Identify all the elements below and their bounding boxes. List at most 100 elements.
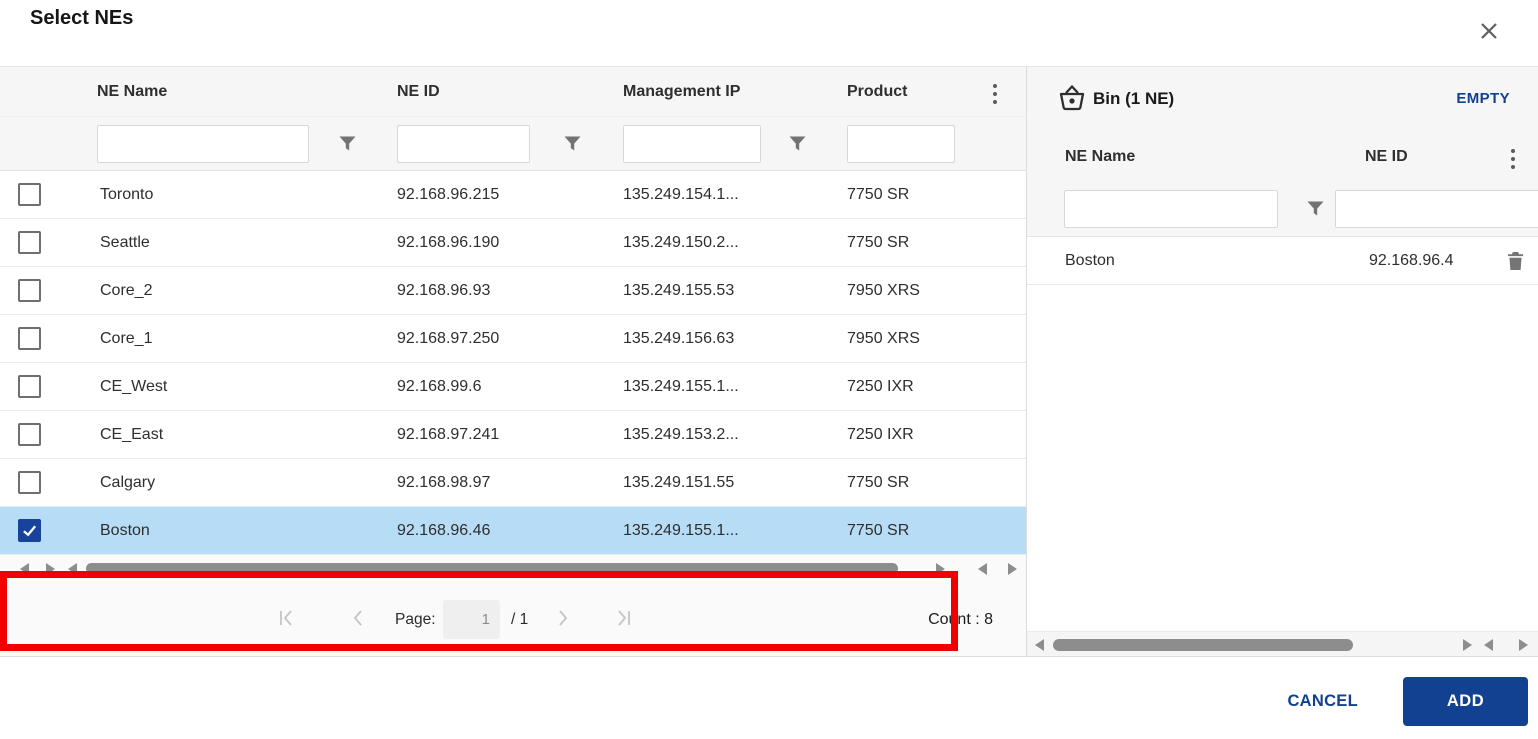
- funnel-icon[interactable]: [789, 136, 806, 151]
- funnel-icon[interactable]: [564, 136, 581, 151]
- empty-bin-button[interactable]: EMPTY: [1456, 67, 1510, 131]
- cell-ne-name: Calgary: [100, 459, 155, 506]
- row-checkbox[interactable]: [18, 279, 41, 302]
- kebab-menu-icon[interactable]: [988, 84, 1002, 104]
- cell-management-ip: 135.249.155.1...: [623, 363, 739, 410]
- bin-row-boston[interactable]: Boston 92.168.96.4: [1027, 237, 1538, 285]
- bin-header-row: NE Name NE ID: [1027, 131, 1538, 183]
- bin-horizontal-scrollbar[interactable]: [1027, 631, 1538, 657]
- cell-management-ip: 135.249.155.1...: [623, 507, 739, 554]
- scroll-left-icon[interactable]: [68, 563, 77, 575]
- page-number-input[interactable]: 1: [443, 600, 500, 639]
- table-row-core-2[interactable]: Core_2 92.168.96.93 135.249.155.53 7950 …: [0, 267, 1026, 315]
- cell-ne-name: Toronto: [100, 171, 153, 218]
- table-row-core-1[interactable]: Core_1 92.168.97.250 135.249.156.63 7950…: [0, 315, 1026, 363]
- cell-product: 7950 XRS: [847, 267, 920, 314]
- col-header-ne-name[interactable]: NE Name: [97, 67, 167, 117]
- scroll-right-icon[interactable]: [1463, 639, 1472, 651]
- close-icon[interactable]: [1475, 17, 1503, 45]
- bin-ne-id-filter-input[interactable]: [1335, 190, 1538, 228]
- scroll-right-icon[interactable]: [1519, 639, 1528, 651]
- trash-icon[interactable]: [1507, 251, 1524, 276]
- next-page-icon[interactable]: [557, 609, 569, 632]
- bin-panel: Bin (1 NE) EMPTY NE Name NE ID Boston 92…: [1027, 67, 1538, 657]
- product-filter-input[interactable]: [847, 125, 955, 163]
- bin-cell-ne-id: 92.168.96.4: [1369, 237, 1454, 284]
- first-page-icon[interactable]: [278, 609, 294, 632]
- col-header-ne-id[interactable]: NE ID: [397, 67, 440, 117]
- cell-ne-id: 92.168.96.46: [397, 507, 490, 554]
- table-row-boston-selected[interactable]: Boston 92.168.96.46 135.249.155.1... 775…: [0, 507, 1026, 555]
- col-header-product[interactable]: Product: [847, 67, 907, 117]
- cell-management-ip: 135.249.156.63: [623, 315, 734, 362]
- table-row-toronto[interactable]: Toronto 92.168.96.215 135.249.154.1... 7…: [0, 171, 1026, 219]
- scroll-left-icon[interactable]: [1035, 639, 1044, 651]
- basket-icon: [1057, 84, 1087, 119]
- bin-col-header-ne-id[interactable]: NE ID: [1365, 131, 1408, 183]
- row-checkbox[interactable]: [18, 183, 41, 206]
- row-checkbox[interactable]: [18, 471, 41, 494]
- footer-divider: [0, 656, 1538, 657]
- cell-product: 7750 SR: [847, 459, 909, 506]
- table-row-ce-east[interactable]: CE_East 92.168.97.241 135.249.153.2... 7…: [0, 411, 1026, 459]
- cell-ne-id: 92.168.99.6: [397, 363, 482, 410]
- table-row-calgary[interactable]: Calgary 92.168.98.97 135.249.151.55 7750…: [0, 459, 1026, 507]
- cell-ne-name: Core_2: [100, 267, 152, 314]
- scroll-left-icon[interactable]: [20, 563, 29, 575]
- cell-product: 7250 IXR: [847, 411, 914, 458]
- kebab-menu-icon[interactable]: [1506, 149, 1520, 169]
- cell-management-ip: 135.249.155.53: [623, 267, 734, 314]
- bin-cell-ne-name: Boston: [1065, 237, 1115, 284]
- cell-ne-id: 92.168.96.215: [397, 171, 499, 218]
- cancel-button[interactable]: CANCEL: [1258, 677, 1358, 725]
- cell-ne-name: CE_East: [100, 411, 163, 458]
- funnel-icon[interactable]: [339, 136, 356, 151]
- bin-filter-row: [1027, 183, 1538, 237]
- cell-product: 7250 IXR: [847, 363, 914, 410]
- bin-header: Bin (1 NE) EMPTY: [1027, 67, 1538, 131]
- col-header-management-ip[interactable]: Management IP: [623, 67, 740, 117]
- previous-page-icon[interactable]: [352, 609, 364, 632]
- bin-title: Bin (1 NE): [1093, 67, 1174, 131]
- scroll-right-icon[interactable]: [46, 563, 55, 575]
- row-checkbox[interactable]: [18, 375, 41, 398]
- add-button[interactable]: ADD: [1403, 677, 1528, 726]
- ne-id-filter-input[interactable]: [397, 125, 530, 163]
- page-label: Page:: [395, 582, 436, 657]
- row-checkbox[interactable]: [18, 231, 41, 254]
- cell-ne-id: 92.168.97.250: [397, 315, 499, 362]
- dialog-body: NE Name NE ID Management IP Product Toro…: [0, 66, 1538, 656]
- cell-ne-name: CE_West: [100, 363, 167, 410]
- funnel-icon[interactable]: [1307, 201, 1324, 216]
- scroll-left-icon[interactable]: [978, 563, 987, 575]
- cell-management-ip: 135.249.154.1...: [623, 171, 739, 218]
- bin-col-header-ne-name[interactable]: NE Name: [1065, 131, 1135, 183]
- cell-product: 7750 SR: [847, 219, 909, 266]
- ne-table-panel: NE Name NE ID Management IP Product Toro…: [0, 67, 1026, 657]
- cell-ne-id: 92.168.96.93: [397, 267, 490, 314]
- cell-ne-id: 92.168.97.241: [397, 411, 499, 458]
- cell-management-ip: 135.249.153.2...: [623, 411, 739, 458]
- horizontal-scrollbar[interactable]: [0, 555, 1026, 582]
- cell-ne-name: Boston: [100, 507, 150, 554]
- ne-table-header-row: NE Name NE ID Management IP Product: [0, 67, 1026, 117]
- pagination-bar: Page: 1 / 1 Count : 8: [0, 582, 1026, 657]
- page-title: Select NEs: [30, 7, 133, 30]
- cell-ne-name: Core_1: [100, 315, 152, 362]
- management-ip-filter-input[interactable]: [623, 125, 761, 163]
- cell-management-ip: 135.249.151.55: [623, 459, 734, 506]
- row-checkbox[interactable]: [18, 327, 41, 350]
- scroll-right-icon[interactable]: [936, 563, 945, 575]
- table-row-seattle[interactable]: Seattle 92.168.96.190 135.249.150.2... 7…: [0, 219, 1026, 267]
- scroll-right-icon[interactable]: [1008, 563, 1017, 575]
- scroll-left-icon[interactable]: [1484, 639, 1493, 651]
- cell-product: 7950 XRS: [847, 315, 920, 362]
- row-checkbox[interactable]: [18, 423, 41, 446]
- table-row-ce-west[interactable]: CE_West 92.168.99.6 135.249.155.1... 725…: [0, 363, 1026, 411]
- ne-name-filter-input[interactable]: [97, 125, 309, 163]
- row-checkbox-checked[interactable]: [18, 519, 41, 542]
- bin-ne-name-filter-input[interactable]: [1064, 190, 1278, 228]
- last-page-icon[interactable]: [616, 609, 632, 632]
- scrollbar-thumb[interactable]: [1053, 639, 1353, 651]
- scrollbar-thumb[interactable]: [86, 563, 898, 574]
